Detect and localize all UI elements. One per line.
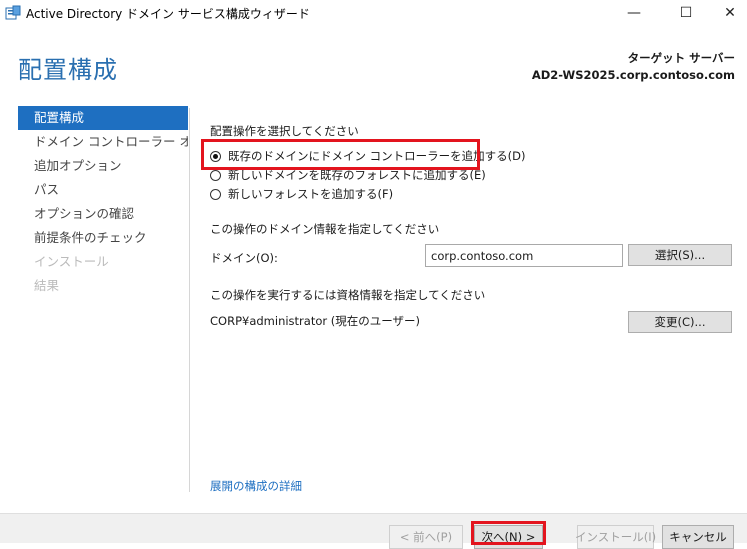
page-title: 配置構成 bbox=[18, 56, 118, 84]
radio-button[interactable] bbox=[210, 169, 221, 181]
title-bar: Active Directory ドメイン サービス構成ウィザード — ☐ ✕ bbox=[0, 0, 747, 26]
nav-item-deployment-config[interactable]: 配置構成 bbox=[18, 106, 188, 130]
target-server-name: AD2-WS2025.corp.contoso.com bbox=[531, 68, 735, 82]
current-user: CORP¥administrator (現在のユーザー) bbox=[210, 314, 420, 328]
nav-item-prerequisites-check[interactable]: 前提条件のチェック bbox=[18, 226, 188, 250]
nav-item-installation: インストール bbox=[34, 254, 109, 269]
target-server-label: ターゲット サーバー bbox=[627, 51, 735, 65]
credentials-heading: この操作を実行するには資格情報を指定してください bbox=[210, 288, 486, 302]
radio-new-forest[interactable]: 新しいフォレストを追加する(F) bbox=[210, 186, 393, 202]
radio-button[interactable] bbox=[210, 188, 221, 200]
next-highlight-box bbox=[471, 521, 546, 545]
wizard-nav: 配置構成 ドメイン コントローラー オプション 追加オプション パス オプション… bbox=[18, 106, 188, 298]
nav-item-review-options[interactable]: オプションの確認 bbox=[18, 202, 188, 226]
domain-label: ドメイン(O): bbox=[210, 251, 278, 265]
close-button[interactable]: ✕ bbox=[707, 0, 747, 26]
selection-highlight-box bbox=[201, 139, 480, 170]
select-domain-button[interactable]: 選択(S)... bbox=[628, 244, 732, 266]
deployment-config-details-link[interactable]: 展開の構成の詳細 bbox=[210, 478, 302, 494]
install-button: インストール(I) bbox=[575, 525, 656, 549]
nav-item-paths[interactable]: パス bbox=[18, 178, 188, 202]
window-title: Active Directory ドメイン サービス構成ウィザード bbox=[26, 7, 310, 21]
change-credentials-button[interactable]: 変更(C)... bbox=[628, 311, 732, 333]
maximize-button[interactable]: ☐ bbox=[663, 0, 709, 26]
nav-item-additional-options[interactable]: 追加オプション bbox=[18, 154, 188, 178]
domain-input[interactable] bbox=[425, 244, 623, 267]
radio-label[interactable]: 新しいフォレストを追加する(F) bbox=[228, 186, 393, 202]
server-manager-icon bbox=[5, 5, 21, 20]
minimize-button[interactable]: — bbox=[611, 0, 657, 26]
domain-heading: この操作のドメイン情報を指定してください bbox=[210, 222, 440, 236]
nav-divider bbox=[189, 108, 190, 492]
deploy-heading: 配置操作を選択してください bbox=[210, 124, 359, 138]
target-server-info: ターゲット サーバー AD2-WS2025.corp.contoso.com bbox=[532, 50, 735, 84]
nav-item-results: 結果 bbox=[34, 278, 60, 293]
back-button: < 前へ(P) bbox=[389, 525, 463, 549]
cancel-button[interactable]: キャンセル bbox=[662, 525, 734, 549]
nav-item-dc-options[interactable]: ドメイン コントローラー オプション bbox=[18, 130, 188, 154]
